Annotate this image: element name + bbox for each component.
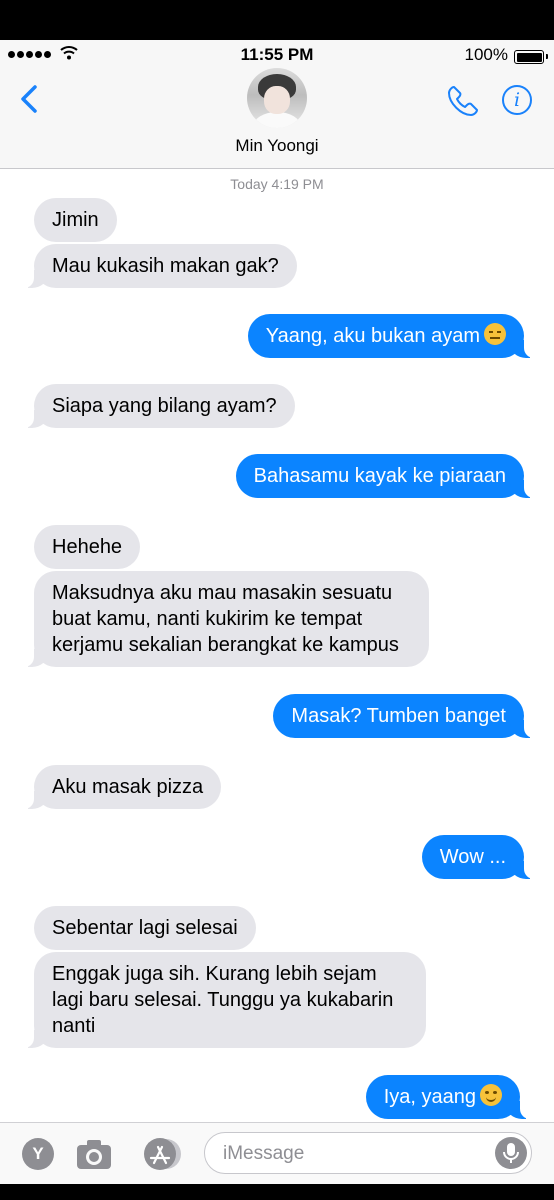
battery-tip — [546, 54, 548, 59]
expressionless-face-emoji-icon — [484, 323, 506, 345]
thread-timestamp: Today 4:19 PM — [230, 176, 324, 192]
contact-name[interactable]: Min Yoongi — [0, 136, 554, 156]
smiling-face-emoji-icon — [480, 1084, 502, 1106]
back-chevron-icon[interactable] — [18, 84, 42, 114]
incoming-message[interactable]: Sebentar lagi selesai — [34, 906, 256, 950]
camera-icon[interactable] — [76, 1137, 112, 1171]
battery-percentage: 100% — [464, 45, 508, 64]
status-bar: 11:55 PM 100% — [0, 40, 554, 70]
outgoing-message[interactable]: Iya, yaang — [365, 1075, 531, 1119]
app-store-icon[interactable] — [138, 1137, 182, 1171]
outgoing-message[interactable]: Wow ... — [421, 835, 535, 879]
phone-call-icon[interactable] — [446, 84, 480, 118]
microphone-icon[interactable] — [495, 1137, 527, 1169]
imessage-field[interactable] — [204, 1132, 532, 1174]
message-input[interactable] — [221, 1140, 485, 1168]
device-top-bar — [0, 0, 554, 40]
device-bottom-bar — [0, 1184, 554, 1200]
message-input-bar: Y — [0, 1122, 554, 1185]
outgoing-message[interactable]: Masak? Tumben banget — [273, 694, 534, 738]
incoming-message[interactable]: Hehehe — [34, 525, 141, 569]
conversation-header: Min Yoongi i — [0, 68, 554, 169]
incoming-message[interactable]: Siapa yang bilang ayam? — [24, 384, 295, 428]
battery-icon — [514, 50, 544, 64]
incoming-message[interactable]: Aku masak pizza — [23, 765, 222, 809]
y-app-button[interactable]: Y — [22, 1138, 54, 1170]
contact-avatar[interactable] — [247, 68, 307, 128]
incoming-message[interactable]: Mau kukasih makan gak? — [24, 244, 297, 288]
incoming-message[interactable]: Enggak juga sih. Kurang lebih sejam lagi… — [24, 952, 426, 1048]
outgoing-message[interactable]: Yaang, aku bukan ayam — [247, 314, 535, 358]
info-icon[interactable]: i — [502, 85, 532, 115]
incoming-message[interactable]: Jimin — [34, 198, 117, 242]
incoming-message[interactable]: Maksudnya aku mau masakin sesuatu buat k… — [24, 571, 429, 667]
outgoing-message[interactable]: Bahasamu kayak ke piaraan — [235, 454, 535, 498]
